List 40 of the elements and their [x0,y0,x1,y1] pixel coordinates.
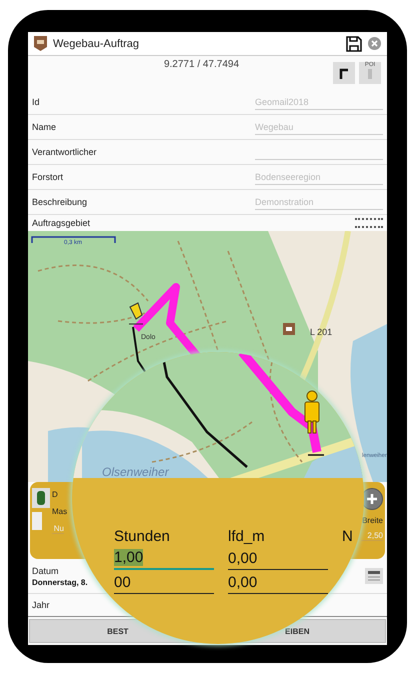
field-label: Name [32,122,58,132]
number-field[interactable]: 1,00 [114,547,214,570]
input-field[interactable]: 2,50 [361,531,383,541]
database-icon[interactable] [32,488,50,508]
column-label: Mas [52,507,68,516]
date-label: Datum [32,566,60,576]
checkbox-icon[interactable] [32,512,42,530]
number-field[interactable]: 00 [114,572,214,594]
input-field[interactable]: Wegebau [255,119,383,135]
person-icon [304,390,320,434]
save-icon[interactable] [346,36,362,52]
app-icon [34,36,47,51]
panel-title: D [52,490,59,499]
field-label: Beschreibung [32,197,88,207]
field-label: Id [32,97,41,107]
turn-button[interactable] [333,62,355,84]
close-icon[interactable] [368,37,381,50]
input-field[interactable]: Nu [52,524,64,534]
date-value: Donnerstag, 8. [32,578,88,586]
plus-icon [367,494,377,504]
column-label: Breite [362,516,383,525]
input-field[interactable]: Bodenseeregion [255,169,383,185]
section-label: Auftragsgebiet [32,218,92,228]
column-label: Stunden [114,528,171,545]
field-label: Forstort [32,172,64,182]
window-title: Wegebau-Auftrag [53,38,140,50]
column-label: N [342,528,354,545]
input-field[interactable]: Demonstration [255,194,383,210]
lake-label: Olsenweiher [102,465,169,478]
column-label: lfd_m [228,528,266,545]
input-field[interactable]: Geomail2018 [255,94,383,110]
turn-icon [339,67,349,79]
dotted-handle-icon[interactable] [355,218,383,228]
number-field[interactable]: 0,00 [228,572,328,594]
field-label: Verantwortlicher [32,147,98,157]
coordinates: 9.2771 / 47.7494 [162,59,240,70]
calendar-icon[interactable] [365,568,383,584]
number-field[interactable]: 0,00 [228,547,328,570]
road-label: L 201 [310,327,332,337]
year-label: Jahr [32,600,50,610]
